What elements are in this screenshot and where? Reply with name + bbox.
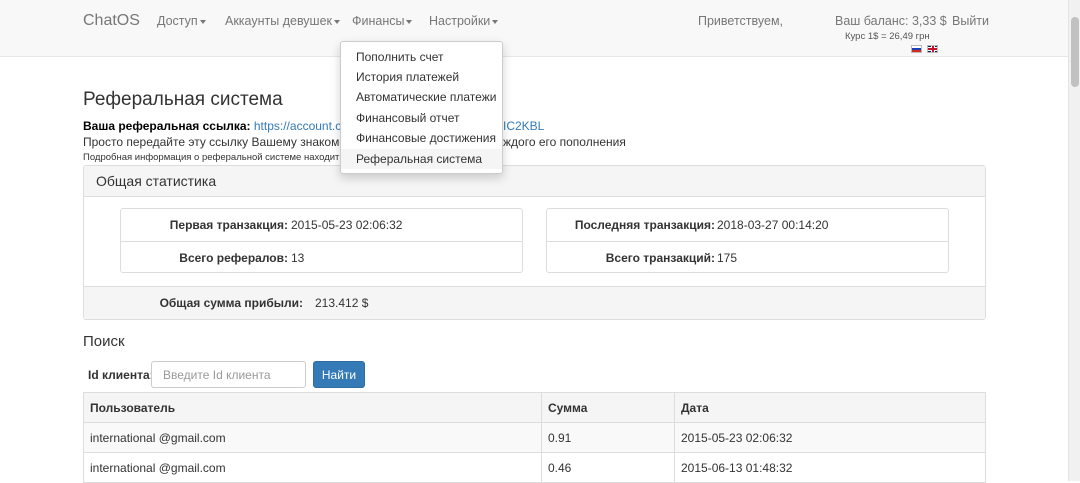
column-header-date[interactable]: Дата xyxy=(674,392,986,423)
exchange-rate-text: Курс 1$ = 26,49 грн xyxy=(845,31,930,42)
column-header-amount[interactable]: Сумма xyxy=(541,392,675,423)
menu-item-achievements[interactable]: Финансовые достижения xyxy=(341,128,502,162)
referral-description: Просто передайте эту ссылку Вашему знако… xyxy=(83,135,363,149)
menu-item-financial-report[interactable]: Финансовый отчет xyxy=(341,108,502,128)
referral-link-label: Ваша реферальная ссылка: xyxy=(83,119,251,133)
nav-access-label: Доступ xyxy=(157,14,198,28)
referral-link-line: Ваша реферальная ссылка: https://account… xyxy=(83,119,365,133)
menu-item-auto-payments[interactable]: Автоматические платежи xyxy=(341,87,502,107)
stats-box-left: Первая транзакция: 2015-05-23 02:06:32 В… xyxy=(120,208,523,273)
balance-text: Ваш баланс: 3,33 $ xyxy=(835,14,947,28)
nav-access[interactable]: Доступ xyxy=(157,14,206,28)
english-flag-icon[interactable] xyxy=(927,45,938,53)
stat-row-total-transactions: Всего транзакций: 175 xyxy=(547,241,948,273)
stat-row-last-transaction: Последняя транзакция: 2018-03-27 00:14:2… xyxy=(547,209,948,241)
table-header-row: Пользователь Сумма Дата xyxy=(83,392,986,423)
menu-item-top-up[interactable]: Пополнить счет xyxy=(341,47,502,67)
referral-more-info: Подробная информация о реферальной систе… xyxy=(83,152,340,163)
chevron-down-icon xyxy=(406,19,413,24)
cell-amount: 0.46 xyxy=(541,452,675,483)
menu-item-referral-system[interactable]: Реферальная система xyxy=(341,149,502,169)
general-stats-panel: Общая статистика Первая транзакция: 2015… xyxy=(83,165,986,320)
referral-transactions-table: Пользователь Сумма Дата international @g… xyxy=(83,392,986,483)
cell-user: international @gmail.com xyxy=(83,422,542,453)
table-row: international @gmail.com 0.91 2015-05-23… xyxy=(83,422,986,453)
referral-description-end: ждого его пополнения xyxy=(503,135,626,149)
search-button[interactable]: Найти xyxy=(313,361,365,388)
nav-girls-accounts[interactable]: Аккаунты девушек xyxy=(225,14,341,28)
client-id-input[interactable] xyxy=(151,361,306,388)
client-id-label: Id клиента: xyxy=(88,368,154,382)
scrollbar-thumb[interactable] xyxy=(1071,17,1079,87)
top-navbar: ChatOS Доступ Аккаунты девушек Финансы Н… xyxy=(0,0,1080,57)
finance-dropdown-menu: Пополнить счет История платежей Автомати… xyxy=(340,41,503,174)
nav-finance[interactable]: Финансы xyxy=(352,14,413,28)
cell-date: 2015-06-13 01:48:32 xyxy=(674,452,986,483)
brand-logo[interactable]: ChatOS xyxy=(83,12,140,30)
stat-label: Всего транзакций: xyxy=(605,251,715,265)
stats-box-right: Последняя транзакция: 2018-03-27 00:14:2… xyxy=(546,208,949,273)
nav-settings-label: Настройки xyxy=(429,14,491,28)
russian-flag-icon[interactable] xyxy=(911,45,922,53)
chevron-down-icon xyxy=(334,19,341,24)
referral-link-end[interactable]: IC2KBL xyxy=(503,119,544,133)
column-header-user[interactable]: Пользователь xyxy=(83,392,542,423)
cell-date: 2015-05-23 02:06:32 xyxy=(674,422,986,453)
nav-finance-label: Финансы xyxy=(352,14,405,28)
stat-value: 2018-03-27 00:14:20 xyxy=(717,218,829,232)
page-title: Реферальная система xyxy=(83,89,283,110)
stat-label: Первая транзакция: xyxy=(169,218,288,232)
stat-value: 2015-05-23 02:06:32 xyxy=(291,218,403,232)
chevron-down-icon xyxy=(199,19,206,24)
menu-item-achievements-label: Финансовые достижения xyxy=(356,131,496,145)
stat-label: Всего рефералов: xyxy=(179,251,288,265)
stat-label: Последняя транзакция: xyxy=(574,218,715,232)
logout-link[interactable]: Выйти xyxy=(952,14,989,28)
total-profit-row: Общая сумма прибыли: 213.412 $ xyxy=(84,286,985,319)
search-title: Поиск xyxy=(83,333,125,350)
nav-girls-accounts-label: Аккаунты девушек xyxy=(225,14,333,28)
vertical-scrollbar[interactable] xyxy=(1068,0,1080,481)
stat-row-first-transaction: Первая транзакция: 2015-05-23 02:06:32 xyxy=(121,209,522,241)
greeting-text: Приветствуем, xyxy=(698,14,784,28)
stat-value: 175 xyxy=(717,251,738,265)
table-row: international @gmail.com 0.46 2015-06-13… xyxy=(83,452,986,483)
cell-user: international @gmail.com xyxy=(83,452,542,483)
chevron-down-icon xyxy=(492,19,499,24)
total-profit-label: Общая сумма прибыли: xyxy=(159,296,303,310)
cell-amount: 0.91 xyxy=(541,422,675,453)
stat-row-total-referrals: Всего рефералов: 13 xyxy=(121,241,522,273)
menu-item-payment-history[interactable]: История платежей xyxy=(341,67,502,87)
panel-heading: Общая статистика xyxy=(84,166,985,197)
nav-settings[interactable]: Настройки xyxy=(429,14,499,28)
stat-value: 13 xyxy=(291,251,305,265)
total-profit-value: 213.412 $ xyxy=(315,296,369,310)
